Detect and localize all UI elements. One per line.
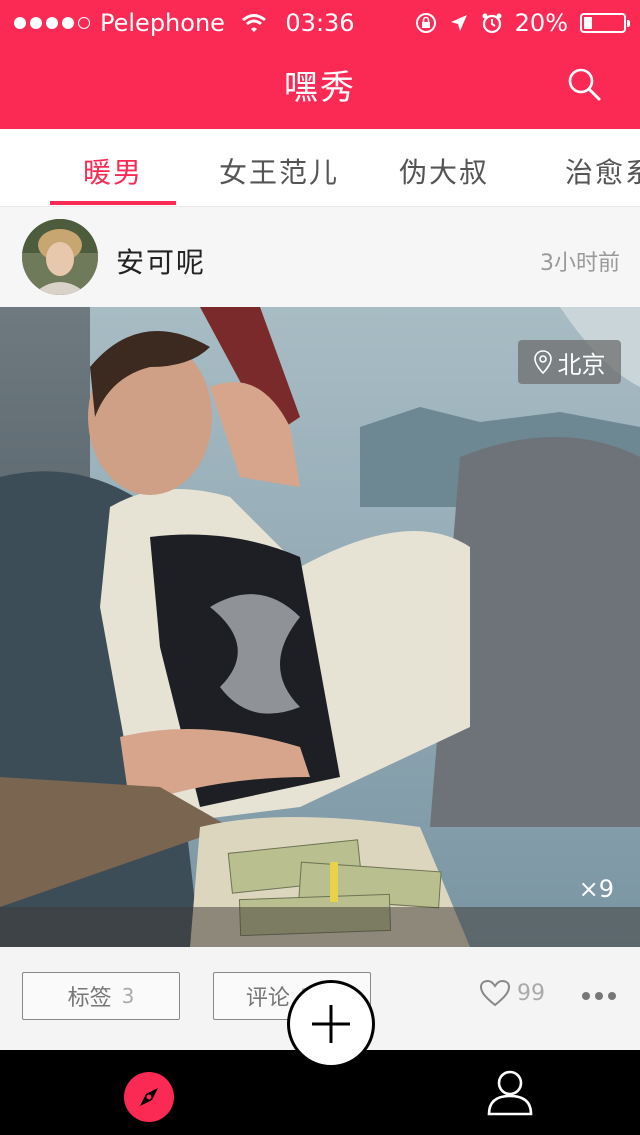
compass-icon[interactable] — [124, 1072, 174, 1122]
comments-label: 评论 — [245, 986, 290, 1011]
tab-nuwangfaner[interactable]: 女王范儿 — [219, 151, 339, 191]
location-arrow-icon — [450, 15, 467, 31]
post-image — [0, 307, 640, 947]
search-icon[interactable] — [566, 66, 602, 102]
tab-zhiyuxi[interactable]: 治愈系 — [565, 151, 640, 191]
plus-icon — [312, 1005, 350, 1043]
tags-button[interactable]: 标签 3 — [22, 972, 180, 1020]
post-time: 3小时前 — [540, 251, 620, 276]
alarm-icon — [482, 13, 502, 34]
tab-nuannan[interactable]: 暖男 — [83, 151, 143, 191]
active-tab-indicator — [50, 201, 176, 205]
location-tag[interactable]: 北京 — [518, 340, 621, 384]
status-right: 20% — [415, 9, 630, 37]
avatar[interactable] — [22, 219, 98, 295]
battery-percent: 20% — [514, 9, 568, 37]
post-photo[interactable]: 北京 ×9 — [0, 307, 640, 947]
page-title: 嘿秀 — [284, 68, 356, 108]
post-username[interactable]: 安可呢 — [116, 241, 206, 281]
tab-weidashu[interactable]: 伪大叔 — [399, 151, 489, 191]
battery-icon — [580, 13, 630, 33]
location-label: 北京 — [557, 350, 606, 379]
like-count: 99 — [517, 980, 545, 1006]
add-post-button[interactable] — [287, 980, 375, 1068]
tags-count: 3 — [121, 984, 135, 1008]
rotation-lock-icon — [415, 13, 436, 33]
more-icon[interactable] — [582, 992, 616, 1000]
post-author-row: 安可呢 3小时前 — [0, 207, 640, 307]
heart-icon — [479, 979, 511, 1007]
app-header: Pelephone 03:36 20% 嘿秀 — [0, 0, 640, 129]
status-bar: Pelephone 03:36 20% — [0, 0, 640, 46]
tags-label: 标签 — [67, 986, 112, 1011]
person-icon[interactable] — [487, 1068, 533, 1116]
location-pin-icon — [533, 350, 552, 374]
image-count: ×9 — [578, 875, 614, 903]
category-tabs: 暖男 女王范儿 伪大叔 治愈系 — [0, 129, 640, 207]
like-button[interactable]: 99 — [479, 979, 545, 1007]
